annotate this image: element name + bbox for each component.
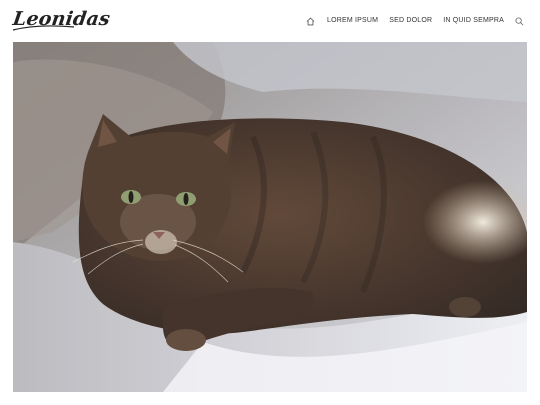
main-navigation: LOREM IPSUM SED DOLOR IN QUID SEMPRA	[306, 14, 524, 28]
hero-image	[13, 42, 527, 392]
search-icon[interactable]	[515, 16, 524, 26]
home-icon[interactable]	[306, 17, 315, 26]
nav-item-lorem-ipsum[interactable]: LOREM IPSUM	[327, 14, 378, 28]
logo-underline-swash	[12, 25, 75, 31]
nav-item-in-quid-sempra[interactable]: IN QUID SEMPRA	[443, 14, 504, 28]
site-header: Leonidas LOREM IPSUM SED DOLOR IN QUID S…	[0, 0, 540, 42]
cat-photo	[13, 42, 527, 392]
nav-item-sed-dolor[interactable]: SED DOLOR	[389, 14, 432, 28]
